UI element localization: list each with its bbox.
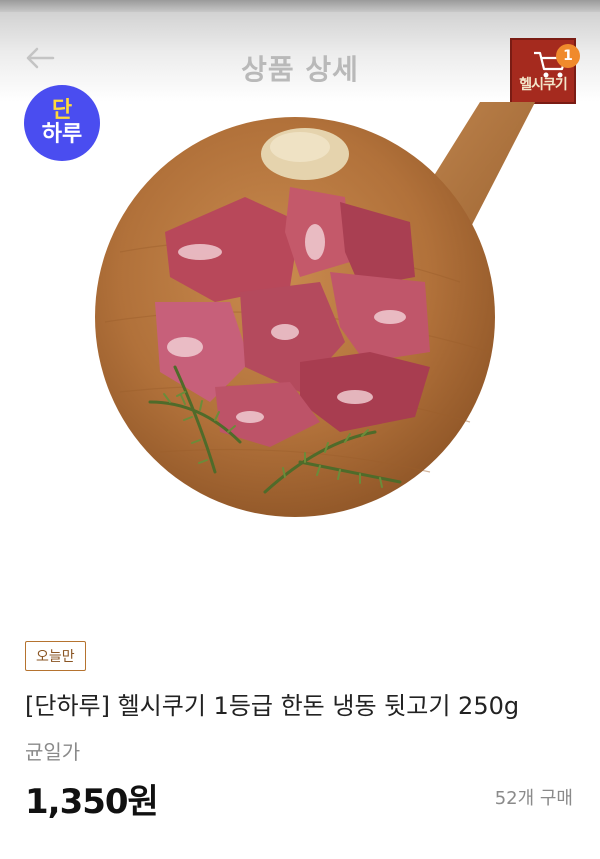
cart-count-badge: 1 — [556, 44, 580, 68]
header: 상품 상세 헬시쿠기 1 — [0, 12, 600, 104]
product-photo — [95, 57, 548, 517]
cart-button[interactable]: 헬시쿠기 1 — [510, 38, 580, 106]
product-name: [단하루] 헬시쿠기 1등급 한돈 냉동 뒷고기 250g — [25, 692, 520, 720]
product-image[interactable]: 단 하루 — [0, 57, 600, 602]
price-label: 균일가 — [25, 740, 81, 764]
purchase-count: 52개 구매 — [494, 788, 573, 809]
brand-badge-top: 단 — [51, 98, 73, 123]
status-bar — [0, 0, 600, 12]
brand-badge-logo: 단 하루 — [24, 85, 100, 161]
brand-badge-bottom: 하루 — [41, 122, 83, 147]
today-only-badge: 오늘만 — [25, 641, 86, 671]
product-price: 1,350원 — [25, 782, 159, 822]
